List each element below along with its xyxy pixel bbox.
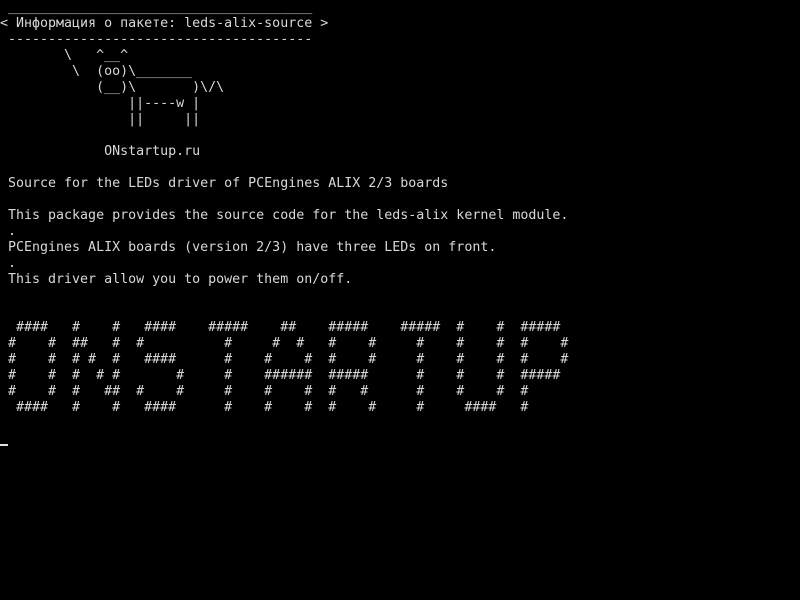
package-summary: Source for the LEDs driver of PCEngines … <box>0 176 449 191</box>
cow-art-line: (__)\ )\/\ <box>0 80 225 95</box>
banner-line: # # ## # # # # # # # # # # # # <box>0 336 569 351</box>
bubble-bottom-border: -------------------------------------- <box>0 32 313 47</box>
banner-line: # # # # # # # ###### ##### # # # ##### <box>0 368 561 383</box>
cow-art-line: || || <box>0 112 201 127</box>
cow-art-line: ||----w | <box>0 96 201 111</box>
cow-art-line: \ (oo)\_______ <box>0 64 193 79</box>
cow-art-line: \ ^__^ <box>0 48 129 63</box>
banner-line: #### # # #### # # # # # # #### # <box>0 400 529 415</box>
description-paragraph: This package provides the source code fo… <box>0 208 569 223</box>
terminal-screen: ______________________________________ <… <box>0 0 800 600</box>
bubble-title: < Информация о пакете: leds-alix-source … <box>0 16 329 31</box>
description-paragraph: PCEngines ALIX boards (version 2/3) have… <box>0 240 497 255</box>
description-paragraph: This driver allow you to power them on/o… <box>0 272 353 287</box>
site-label: ONstartup.ru <box>0 144 201 159</box>
description-separator: . <box>0 224 17 239</box>
description-separator: . <box>0 256 17 271</box>
banner-line: # # # ## # # # # # # # # # # # <box>0 384 529 399</box>
banner-line: #### # # #### ##### ## ##### ##### # # #… <box>0 320 561 335</box>
text-cursor[interactable] <box>0 444 8 446</box>
banner-line: # # # # # #### # # # # # # # # # # <box>0 352 569 367</box>
bubble-top-border: ______________________________________ <box>0 0 313 15</box>
